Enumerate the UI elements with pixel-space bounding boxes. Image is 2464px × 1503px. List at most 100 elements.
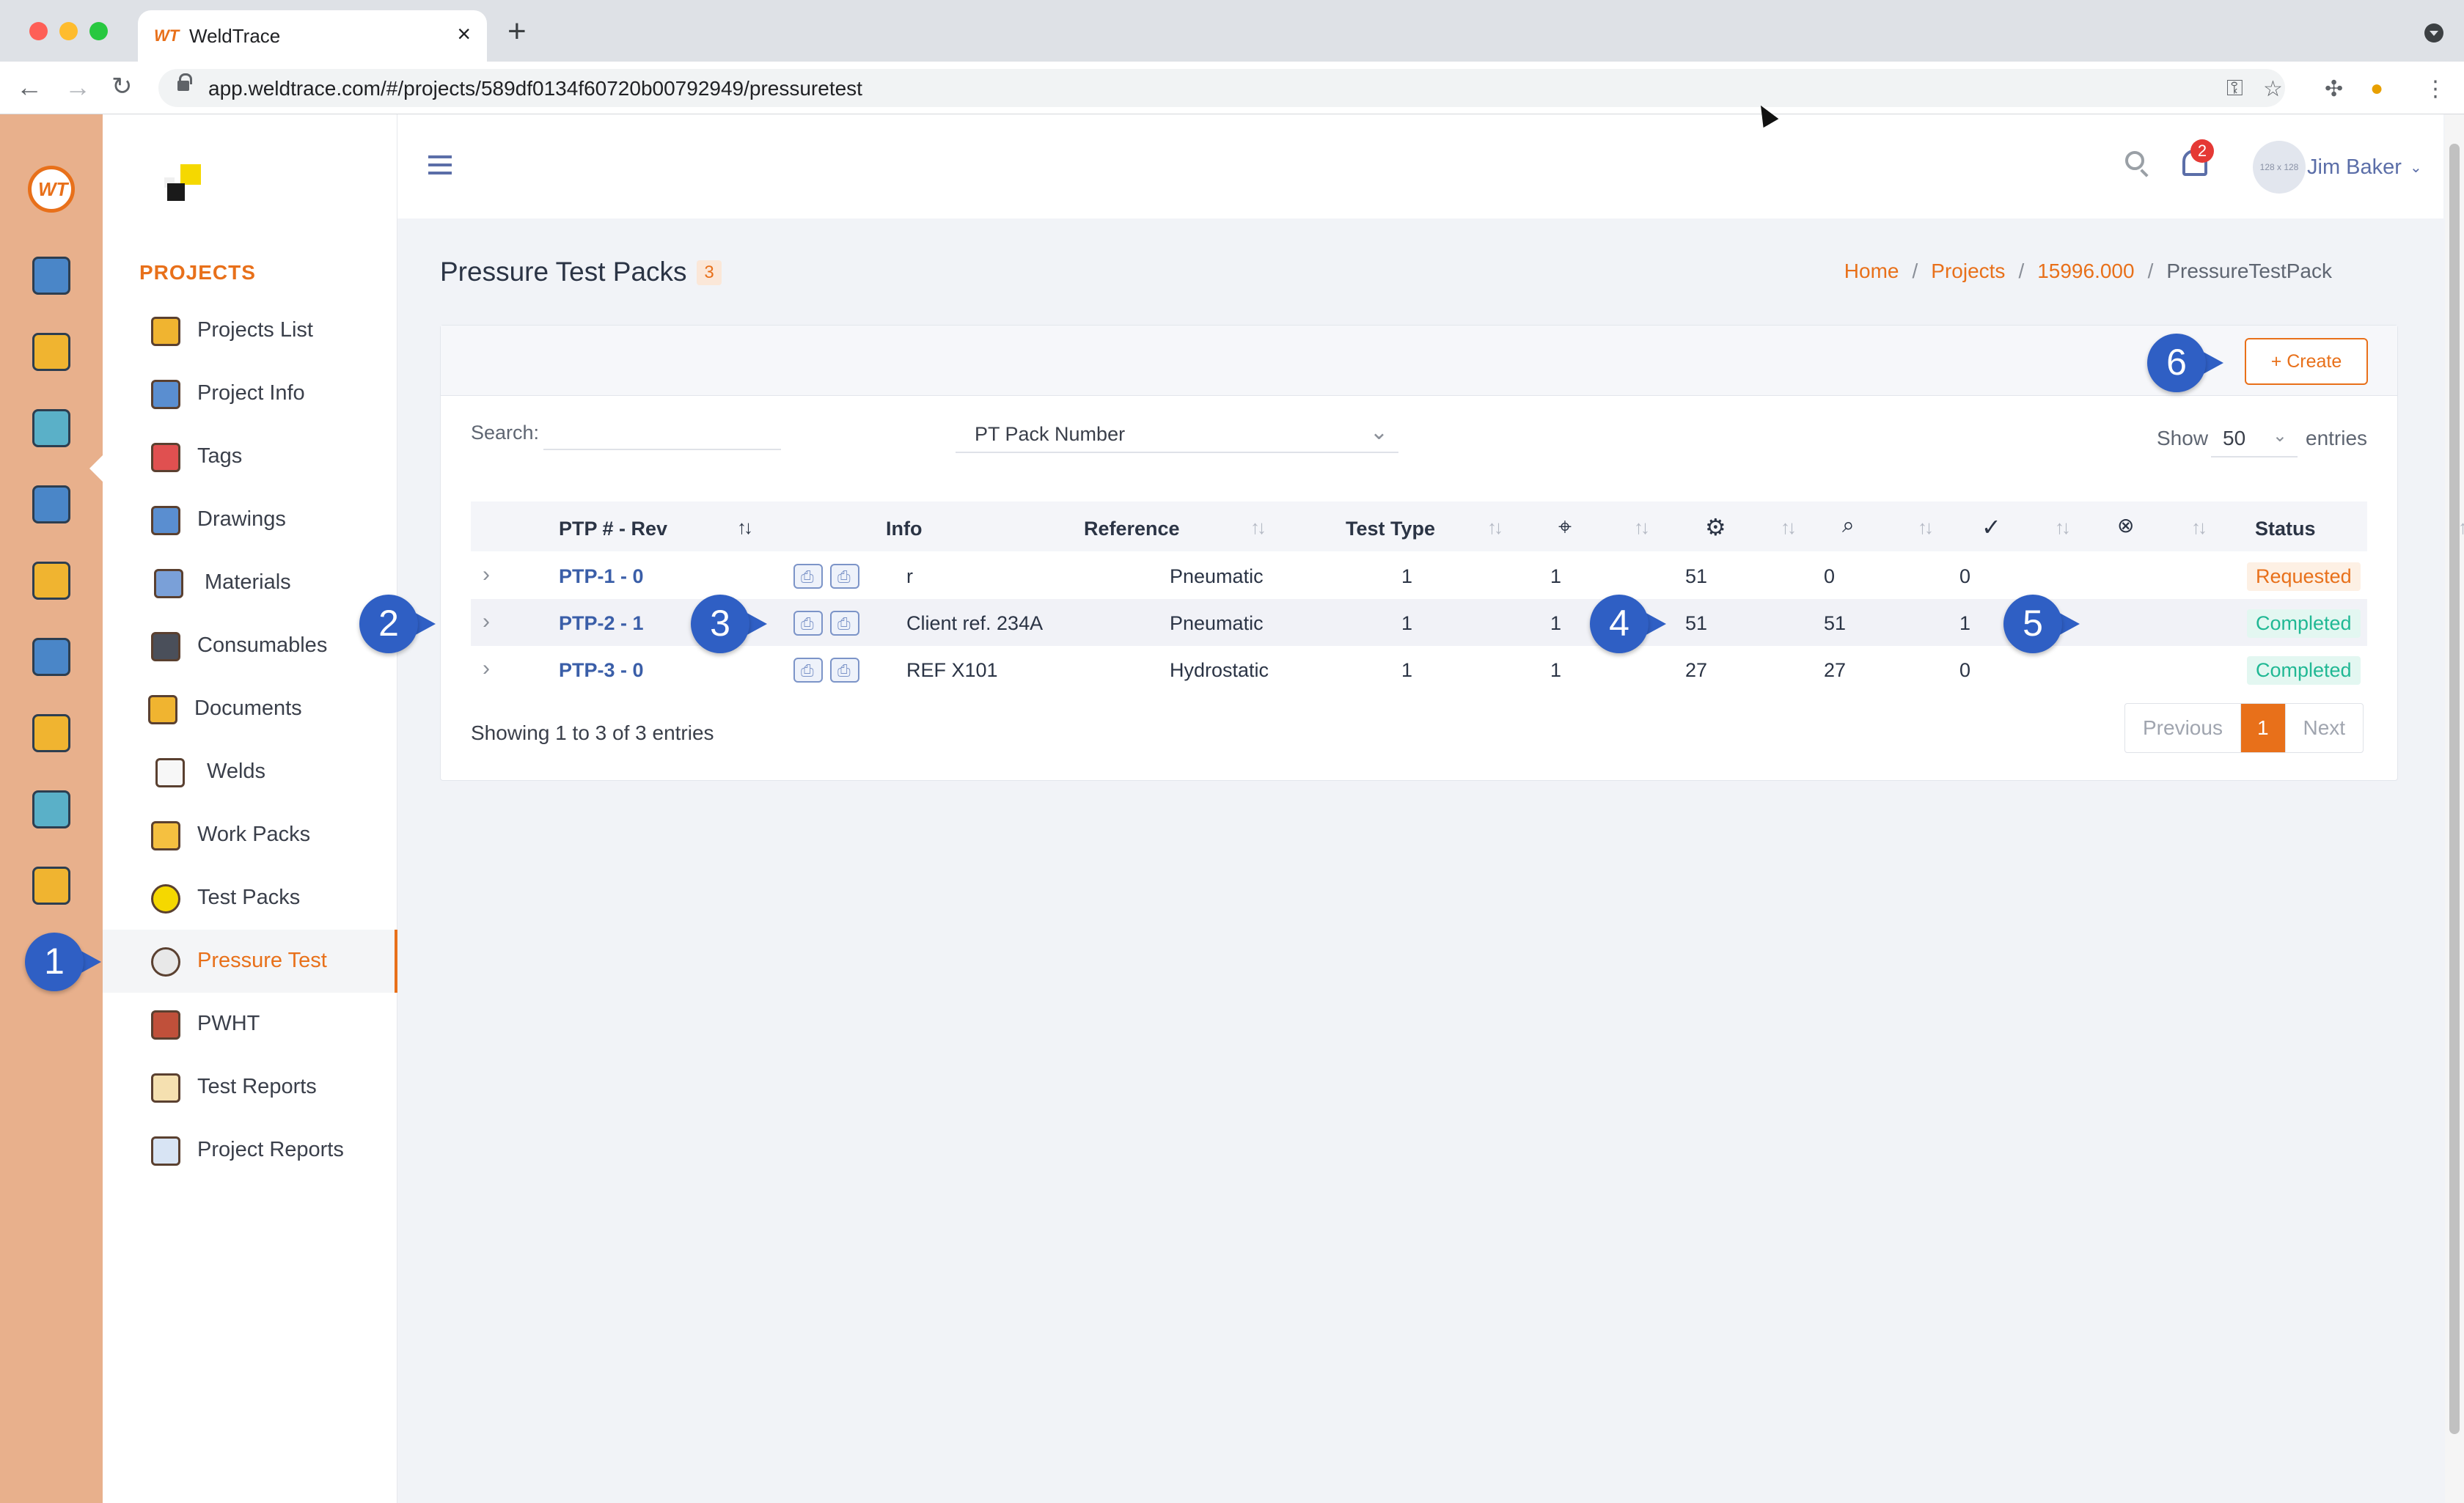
print-button[interactable]: ⎙ — [830, 658, 859, 683]
users-group-icon[interactable] — [32, 714, 70, 752]
magnifier-column-icon[interactable]: ⌕ — [1842, 513, 1855, 538]
tag-column-icon[interactable]: ⌖ — [1558, 513, 1572, 541]
previous-page-button[interactable]: Previous — [2125, 704, 2240, 752]
weld-column-icon[interactable]: ⚙ — [1705, 513, 1726, 541]
new-tab-plus-icon[interactable]: + — [507, 13, 527, 50]
dashboard-monitor-icon[interactable] — [32, 257, 70, 295]
sidebar-item-tags[interactable]: Tags — [103, 425, 397, 488]
key-icon[interactable]: ⚿ — [2226, 76, 2243, 101]
sidebar-item-projects-list[interactable]: Projects List — [103, 299, 397, 362]
sidebar-item-consumables[interactable]: Consumables — [103, 614, 397, 677]
sidebar-item-test-reports[interactable]: Test Reports — [103, 1056, 397, 1119]
close-window-button[interactable] — [29, 22, 48, 40]
sort-asc-icon[interactable]: ↑↓ — [737, 516, 753, 539]
scrollbar-thumb[interactable] — [2449, 144, 2460, 1434]
column-header-test-type[interactable]: Test Type — [1346, 518, 1435, 540]
maximize-window-button[interactable] — [89, 22, 108, 40]
ptp-link[interactable]: PTP-1 - 0 — [559, 565, 644, 588]
create-button[interactable]: + Create — [2245, 338, 2368, 385]
chevron-down-icon[interactable]: ⌄ — [2410, 158, 2422, 177]
callout-1: 1 — [25, 933, 101, 991]
pressure-gauge-icon — [151, 947, 180, 977]
ptp-link[interactable]: PTP-2 - 1 — [559, 612, 644, 635]
schedule-clipboard-icon[interactable] — [32, 790, 70, 828]
sidebar-item-project-reports[interactable]: Project Reports — [103, 1119, 397, 1182]
avatar[interactable]: 128 x 128 — [2253, 141, 2306, 194]
expand-chevron-icon[interactable]: › — [483, 562, 490, 587]
page-scrollbar[interactable] — [2445, 114, 2464, 1503]
view-info-button[interactable]: ⎙ — [793, 564, 823, 589]
sort-icon[interactable]: ↑↓ — [2191, 516, 2207, 539]
profile-icon[interactable]: ● — [2370, 76, 2383, 101]
expand-chevron-icon[interactable]: › — [483, 609, 490, 634]
minimize-window-button[interactable] — [59, 22, 78, 40]
browser-tab[interactable]: WT WeldTrace × — [138, 10, 487, 62]
breadcrumb-current: PressureTestPack — [2166, 260, 2332, 282]
sidebar-item-materials[interactable]: Materials — [103, 551, 397, 614]
sidebar-item-pressure-test[interactable]: Pressure Test — [103, 930, 397, 993]
sidebar-item-project-info[interactable]: Project Info — [103, 362, 397, 425]
sort-icon[interactable]: ↑↓ — [1918, 516, 1934, 539]
address-bar[interactable]: app.weldtrace.com/#/projects/589df0134f6… — [158, 69, 2285, 107]
sidebar-item-label: Drawings — [197, 507, 286, 531]
breadcrumb-home[interactable]: Home — [1844, 260, 1899, 282]
sort-icon[interactable]: ↑↓ — [1487, 516, 1503, 539]
organization-chart-icon[interactable] — [32, 562, 70, 600]
weldtrace-logo-icon[interactable]: WT — [28, 166, 75, 213]
projects-folder-icon[interactable] — [32, 333, 70, 371]
ptp-link[interactable]: PTP-3 - 0 — [559, 659, 644, 682]
document-icon: ⎙ — [801, 661, 814, 680]
breadcrumb-projects[interactable]: Projects — [1931, 260, 2005, 282]
print-button[interactable]: ⎙ — [830, 611, 859, 636]
spool-icon — [151, 632, 180, 661]
callout-4: 4 — [1590, 595, 1666, 653]
sort-icon[interactable]: ↑↓ — [2055, 516, 2071, 539]
sidebar-item-welds[interactable]: Welds — [103, 741, 397, 804]
current-page-button[interactable]: 1 — [2240, 704, 2285, 752]
training-board-icon[interactable] — [32, 638, 70, 676]
sort-icon[interactable]: ↑↓ — [1634, 516, 1650, 539]
sidebar-item-label: Tags — [197, 444, 243, 468]
user-name[interactable]: Jim Baker — [2307, 155, 2402, 180]
tab-search-icon[interactable] — [2424, 23, 2443, 43]
cross-circle-column-icon[interactable]: ⊗ — [2117, 513, 2134, 537]
weld-count-cell: 1 — [1550, 659, 1562, 681]
breadcrumb-project[interactable]: 15996.000 — [2037, 260, 2134, 282]
search-field-select[interactable]: PT Pack Number ⌄ — [956, 415, 1398, 453]
print-button[interactable]: ⎙ — [830, 564, 859, 589]
sort-icon[interactable]: ↑↓ — [1781, 516, 1797, 539]
column-header-status[interactable]: Status — [2255, 518, 2316, 540]
view-info-button[interactable]: ⎙ — [793, 611, 823, 636]
bookmark-star-icon[interactable]: ☆ — [2263, 76, 2283, 102]
tab-close-icon[interactable]: × — [457, 21, 471, 48]
sidebar-item-test-packs[interactable]: Test Packs — [103, 867, 397, 930]
search-input[interactable] — [543, 415, 781, 450]
sidebar-item-label: Documents — [194, 697, 302, 720]
sort-icon[interactable]: ↑↓ — [1250, 516, 1266, 539]
extensions-puzzle-icon[interactable]: ✣ — [2325, 76, 2343, 102]
expand-chevron-icon[interactable]: › — [483, 656, 490, 681]
sidebar-item-pwht[interactable]: PWHT — [103, 993, 397, 1056]
certificate-icon[interactable] — [32, 867, 70, 905]
forward-arrow-icon[interactable]: → — [65, 72, 91, 103]
view-info-button[interactable]: ⎙ — [793, 658, 823, 683]
column-header-ptp[interactable]: PTP # - Rev — [559, 518, 667, 540]
check-column-icon[interactable]: ✓ — [1981, 513, 2001, 541]
sidebar-item-documents[interactable]: Documents — [103, 677, 397, 741]
browser-menu-icon[interactable]: ⋮ — [2424, 76, 2446, 102]
procedures-clipboard-icon[interactable] — [32, 409, 70, 447]
sidebar-item-work-packs[interactable]: Work Packs — [103, 804, 397, 867]
next-page-button[interactable]: Next — [2284, 704, 2364, 752]
table-row[interactable]: › PTP-1 - 0 ⎙ ⎙ r Pneumatic 1 1 51 0 0 R… — [471, 552, 2367, 599]
entries-select[interactable]: 50 ⌄ — [2211, 418, 2298, 457]
search-icon[interactable] — [2125, 151, 2144, 170]
back-arrow-icon[interactable]: ← — [16, 72, 43, 103]
report-chart-icon — [151, 1136, 180, 1166]
column-header-reference[interactable]: Reference — [1084, 518, 1180, 540]
sort-icon[interactable]: ↑↓ — [2458, 516, 2464, 539]
welder-mask-icon[interactable] — [32, 485, 70, 523]
sidebar-item-drawings[interactable]: Drawings — [103, 488, 397, 551]
hamburger-menu-icon[interactable] — [428, 155, 452, 174]
reload-icon[interactable]: ↻ — [111, 72, 133, 101]
rejected-count-cell: 0 — [1959, 659, 1971, 681]
